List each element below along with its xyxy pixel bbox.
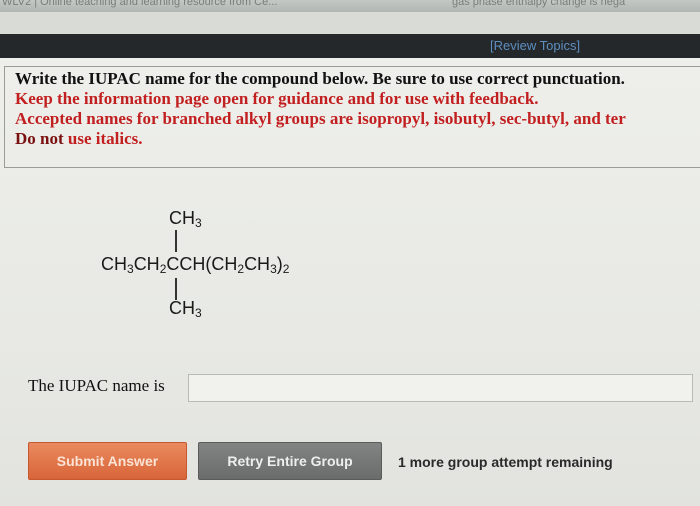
question-content: Write the IUPAC name for the compound be… xyxy=(0,58,700,506)
instruction-line: Keep the information page open for guida… xyxy=(15,89,539,108)
instruction-text: use italics. xyxy=(63,129,143,148)
instruction-line: Do not use italics. xyxy=(15,129,143,149)
vertical-bond xyxy=(175,278,177,300)
structure-bottom-group: CH3 xyxy=(169,298,202,320)
browser-tab-right[interactable]: gas phase enthalpy change is nega xyxy=(452,0,625,8)
review-topics-link[interactable]: [Review Topics] xyxy=(490,38,580,53)
instructions-box: Write the IUPAC name for the compound be… xyxy=(4,66,700,168)
instruction-line: Accepted names for branched alkyl groups… xyxy=(15,109,626,128)
vertical-bond xyxy=(175,230,177,252)
structure-top-group: CH3 xyxy=(169,208,202,230)
submit-answer-button[interactable]: Submit Answer xyxy=(28,442,187,480)
browser-tab-strip: WLV2 | Online teaching and learning reso… xyxy=(0,0,700,12)
structure-main-chain: CH3CH2CCH(CH2CH3)2 xyxy=(101,254,290,276)
iupac-name-label: The IUPAC name is xyxy=(28,376,165,395)
emphasis-text: Do not xyxy=(15,129,64,148)
question-header-bar: [Review Topics] xyxy=(0,34,700,58)
iupac-name-input[interactable] xyxy=(188,374,693,402)
retry-entire-group-button[interactable]: Retry Entire Group xyxy=(198,442,382,480)
browser-tab-left[interactable]: WLV2 | Online teaching and learning reso… xyxy=(2,0,277,8)
instruction-line: Write the IUPAC name for the compound be… xyxy=(15,69,625,88)
page-top-area xyxy=(0,12,700,34)
attempts-remaining-text: 1 more group attempt remaining xyxy=(398,454,613,470)
